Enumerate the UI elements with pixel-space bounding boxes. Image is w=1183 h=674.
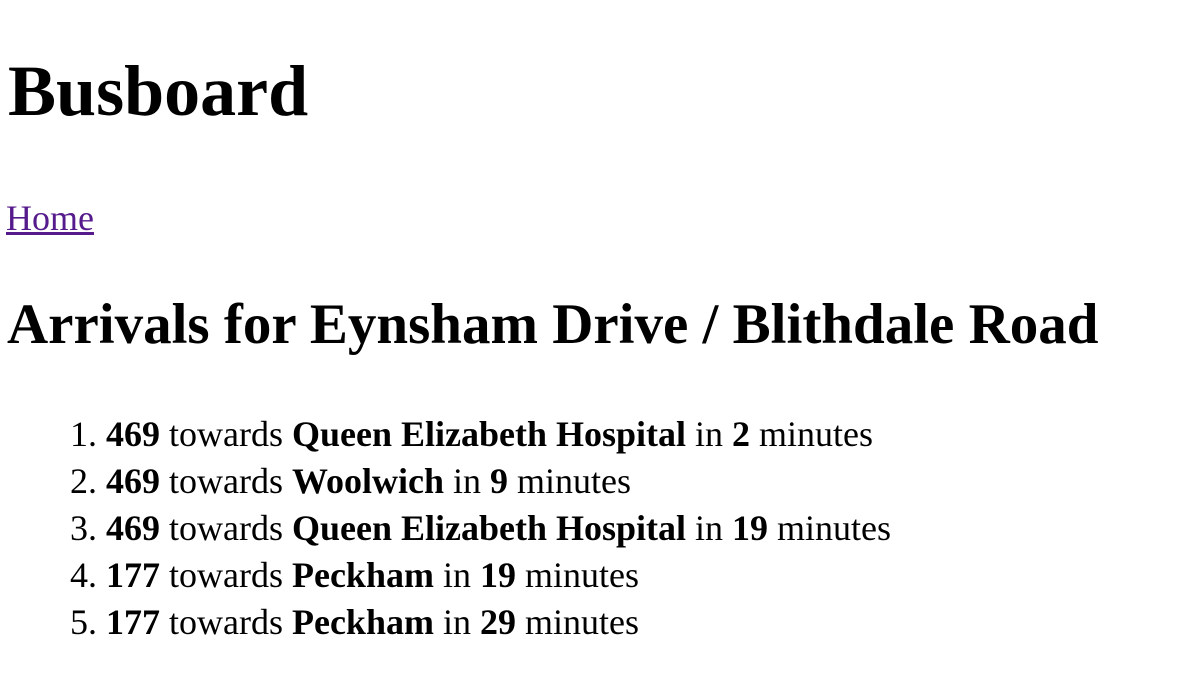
destination: Peckham xyxy=(291,602,434,642)
in-text: in xyxy=(695,508,724,548)
towards-text: towards xyxy=(169,461,283,501)
minutes-value: 9 xyxy=(490,461,509,501)
in-text: in xyxy=(453,461,482,501)
list-item: 177 towards Peckham in 19 minutes xyxy=(106,552,891,599)
list-item: 469 towards Queen Elizabeth Hospital in … xyxy=(106,505,891,552)
route-number: 177 xyxy=(106,602,160,642)
destination: Queen Elizabeth Hospital xyxy=(291,508,687,548)
list-item: 177 towards Peckham in 29 minutes xyxy=(106,599,891,646)
minutes-unit: minutes xyxy=(517,461,632,501)
minutes-unit: minutes xyxy=(524,602,639,642)
in-text: in xyxy=(442,602,471,642)
minutes-unit: minutes xyxy=(524,555,639,595)
list-item: 469 towards Woolwich in 9 minutes xyxy=(106,458,891,505)
towards-text: towards xyxy=(169,555,283,595)
route-number: 469 xyxy=(106,461,160,501)
destination: Peckham xyxy=(291,555,434,595)
page: Busboard Home Arrivals for Eynsham Drive… xyxy=(0,0,1183,642)
minutes-unit: minutes xyxy=(759,414,874,454)
list-item: 469 towards Queen Elizabeth Hospital in … xyxy=(106,411,891,458)
minutes-unit: minutes xyxy=(777,508,892,548)
towards-text: towards xyxy=(169,508,283,548)
home-link[interactable]: Home xyxy=(6,198,94,238)
in-text: in xyxy=(695,414,724,454)
page-title: Busboard xyxy=(8,51,309,131)
towards-text: towards xyxy=(169,602,283,642)
towards-text: towards xyxy=(169,414,283,454)
in-text: in xyxy=(442,555,471,595)
nav: Home xyxy=(6,198,94,239)
minutes-value: 19 xyxy=(732,508,769,548)
destination: Queen Elizabeth Hospital xyxy=(291,414,687,454)
arrivals-heading: Arrivals for Eynsham Drive / Blithdale R… xyxy=(7,293,1099,356)
route-number: 469 xyxy=(106,508,160,548)
route-number: 177 xyxy=(106,555,160,595)
destination: Woolwich xyxy=(291,461,444,501)
arrivals-list: 469 towards Queen Elizabeth Hospital in … xyxy=(0,411,891,646)
route-number: 469 xyxy=(106,414,160,454)
minutes-value: 19 xyxy=(479,555,516,595)
minutes-value: 29 xyxy=(479,602,516,642)
minutes-value: 2 xyxy=(732,414,751,454)
